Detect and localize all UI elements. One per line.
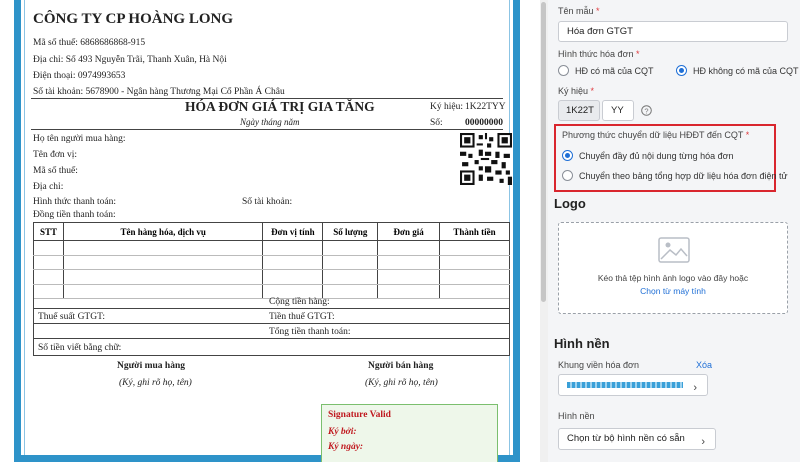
qr-code-icon — [460, 133, 512, 185]
background-image-label: Hình nền — [558, 411, 595, 421]
col-price: Đơn giá — [377, 222, 441, 241]
signature-valid-label: Signature Valid — [328, 410, 391, 420]
col-unit: Đơn vị tính — [262, 222, 324, 241]
invoice-paper: CÔNG TY CP HOÀNG LONG Mã số thuế: 686868… — [24, 0, 512, 462]
invoice-date-line: Ngày tháng năm — [240, 117, 300, 127]
transfer-option-full[interactable]: Chuyển đầy đủ nội dung từng hóa đơn — [562, 150, 734, 161]
vat-amount-label: Tiền thuế GTGT: — [269, 312, 335, 322]
title-divider — [31, 129, 503, 130]
col-product: Tên hàng hóa, dịch vụ — [62, 222, 264, 241]
background-image-select[interactable]: Chọn từ bộ hình nền có sẵn › — [558, 428, 716, 450]
seller-sign-note: (Ký, ghi rõ họ, tên) — [365, 378, 438, 388]
invoice-form-label: Hình thức hóa đơn * — [558, 49, 640, 59]
number-label: Số: — [430, 118, 443, 128]
preview-scrollbar-thumb[interactable] — [541, 2, 546, 302]
total-label: Tổng tiền thanh toán: — [269, 327, 351, 337]
border-frame-preview — [567, 382, 683, 388]
currency-label: Đồng tiền thanh toán: — [33, 210, 116, 220]
seller-sign-title: Người bán hàng — [368, 361, 434, 371]
symbol-label: Ký hiệu: — [430, 102, 463, 112]
radio-selected-icon — [676, 65, 687, 76]
subtotal-row: Cộng tiền hàng: — [33, 294, 510, 309]
help-icon[interactable]: ? — [641, 105, 652, 116]
radio-selected-icon — [562, 150, 573, 161]
svg-text:?: ? — [644, 106, 648, 115]
buyer-sign-title: Người mua hàng — [117, 361, 185, 371]
buyer-account-label: Số tài khoản: — [242, 197, 293, 207]
symbol-suffix-input[interactable]: YY — [602, 100, 634, 121]
table-row — [33, 269, 510, 285]
chevron-right-icon: › — [701, 436, 705, 448]
items-table-header: STT Tên hàng hóa, dịch vụ Đơn vị tính Số… — [33, 222, 510, 241]
company-tax-code: Mã số thuế: 6868686868-915 — [33, 38, 146, 48]
company-phone: Điện thoại: 0974993653 — [33, 71, 126, 81]
vat-row: Thuế suất GTGT: Tiền thuế GTGT: — [33, 309, 510, 324]
buyer-tax-label: Mã số thuế: — [33, 166, 78, 176]
chevron-right-icon: › — [693, 382, 697, 394]
table-row — [33, 240, 510, 256]
buyer-sign-note: (Ký, ghi rõ họ, tên) — [119, 378, 192, 388]
border-frame-select[interactable]: › — [558, 374, 708, 396]
invoice-preview: CÔNG TY CP HOÀNG LONG Mã số thuế: 686868… — [0, 0, 540, 462]
background-section-title: Hình nền — [554, 336, 610, 351]
template-name-input[interactable]: Hóa đơn GTGT — [558, 21, 788, 42]
border-frame-label: Khung viền hóa đơn — [558, 360, 639, 370]
unit-name-label: Tên đơn vị: — [33, 150, 78, 160]
symbol-value: 1K22TYY — [465, 102, 506, 112]
col-amount: Thành tiền — [439, 222, 510, 241]
in-words-row: Số tiền viết bằng chữ: — [33, 339, 510, 356]
logo-drop-zone[interactable]: Kéo thả tệp hình ảnh logo vào đây hoặc C… — [558, 222, 788, 314]
border-delete-link[interactable]: Xóa — [696, 360, 712, 370]
logo-section-title: Logo — [554, 196, 586, 211]
table-row — [33, 255, 510, 270]
payment-method-label: Hình thức thanh toán: — [33, 197, 116, 207]
radio-unselected-icon — [562, 170, 573, 181]
signature-valid-box: Signature Valid Ký bởi: Ký ngày: — [321, 404, 498, 462]
image-placeholder-icon — [658, 237, 690, 263]
signed-date-label: Ký ngày: — [328, 442, 364, 452]
invoice-paper-border: CÔNG TY CP HOÀNG LONG Mã số thuế: 686868… — [14, 0, 520, 462]
signed-by-label: Ký bởi: — [328, 427, 357, 437]
form-option-with-code[interactable]: HĐ có mã của CQT — [558, 65, 654, 76]
total-row: Tổng tiền thanh toán: — [33, 324, 510, 339]
items-table: STT Tên hàng hóa, dịch vụ Đơn vị tính Số… — [33, 222, 510, 299]
vat-rate-label: Thuế suất GTGT: — [38, 312, 106, 322]
in-words-label: Số tiền viết bằng chữ: — [38, 343, 122, 353]
transfer-option-summary[interactable]: Chuyển theo bảng tổng hợp dữ liệu hóa đơ… — [562, 170, 788, 181]
template-settings-panel: Tên mẫu * Hóa đơn GTGT Hình thức hóa đơn… — [548, 0, 800, 462]
col-quantity: Số lượng — [322, 222, 379, 241]
choose-from-computer-link[interactable]: Chọn từ máy tính — [559, 286, 787, 296]
col-stt: STT — [33, 222, 64, 241]
form-option-without-code[interactable]: HĐ không có mã của CQT — [676, 65, 799, 76]
company-address: Địa chỉ: Số 493 Nguyễn Trãi, Thanh Xuân,… — [33, 55, 227, 65]
template-name-label: Tên mẫu * — [558, 6, 600, 16]
subtotal-label: Cộng tiền hàng: — [269, 297, 330, 307]
symbol-field-label: Ký hiệu * — [558, 86, 595, 96]
symbol-prefix: 1K22T — [558, 100, 600, 121]
buyer-address-label: Địa chỉ: — [33, 182, 64, 192]
buyer-name-label: Họ tên người mua hàng: — [33, 134, 126, 144]
company-account: Số tài khoản: 5678900 - Ngân hàng Thương… — [33, 87, 285, 97]
company-name: CÔNG TY CP HOÀNG LONG — [33, 11, 234, 27]
transfer-method-label: Phương thức chuyển dữ liệu HĐĐT đến CQT … — [562, 130, 750, 140]
number-value: 00000000 — [465, 118, 503, 128]
radio-unselected-icon — [558, 65, 569, 76]
logo-drop-text: Kéo thả tệp hình ảnh logo vào đây hoặc — [597, 273, 749, 283]
invoice-title: HÓA ĐƠN GIÁ TRỊ GIA TĂNG — [185, 99, 375, 114]
